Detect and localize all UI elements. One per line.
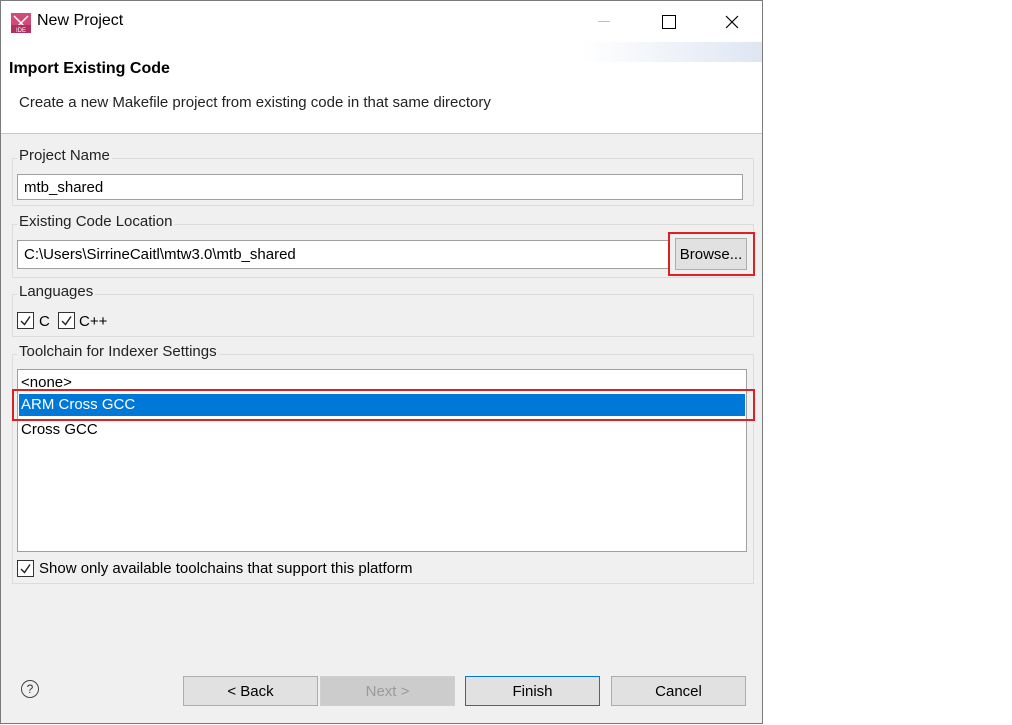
languages-group: Languages	[12, 283, 754, 337]
minimize-icon[interactable]	[581, 7, 627, 37]
title-bar: IDE New Project	[1, 1, 762, 42]
list-item[interactable]: ARM Cross GCC	[19, 394, 745, 416]
checkmark-icon	[20, 564, 31, 574]
close-icon[interactable]	[709, 7, 755, 37]
list-item[interactable]: Cross GCC	[19, 419, 745, 441]
svg-text:IDE: IDE	[16, 28, 26, 33]
c-language-label: C	[39, 313, 50, 330]
cancel-button[interactable]: Cancel	[611, 676, 746, 706]
toolchain-list[interactable]: <none> ARM Cross GCC Cross GCC	[17, 369, 747, 552]
toolchain-label: Toolchain for Indexer Settings	[17, 343, 219, 360]
help-icon[interactable]: ?	[21, 680, 39, 698]
wizard-header: Import Existing Code Create a new Makefi…	[1, 42, 762, 134]
languages-label: Languages	[17, 283, 96, 300]
window-title: New Project	[37, 12, 124, 29]
next-button[interactable]: Next >	[320, 676, 455, 706]
checkmark-icon	[61, 316, 72, 326]
new-project-dialog: IDE New Project Import Existing Code Cre…	[0, 0, 763, 724]
header-banner-graphic	[582, 42, 762, 62]
maximize-icon[interactable]	[646, 7, 692, 37]
list-item[interactable]: <none>	[19, 372, 745, 394]
cpp-language-label: C++	[79, 313, 108, 330]
project-name-label: Project Name	[17, 147, 112, 164]
page-description: Create a new Makefile project from exist…	[19, 94, 491, 111]
code-location-label: Existing Code Location	[17, 213, 175, 230]
browse-button[interactable]: Browse...	[675, 238, 747, 270]
checkmark-icon	[20, 316, 31, 326]
c-language-checkbox[interactable]	[17, 312, 34, 329]
ide-icon: IDE	[11, 13, 31, 33]
page-title: Import Existing Code	[9, 60, 170, 77]
project-name-input[interactable]: mtb_shared	[17, 174, 743, 200]
finish-button[interactable]: Finish	[465, 676, 600, 706]
show-available-toolchains-label: Show only available toolchains that supp…	[39, 560, 413, 577]
show-available-toolchains-checkbox[interactable]	[17, 560, 34, 577]
back-button[interactable]: < Back	[183, 676, 318, 706]
code-location-input[interactable]: C:\Users\SirrineCaitl\mtw3.0\mtb_shared	[17, 240, 669, 269]
cpp-language-checkbox[interactable]	[58, 312, 75, 329]
